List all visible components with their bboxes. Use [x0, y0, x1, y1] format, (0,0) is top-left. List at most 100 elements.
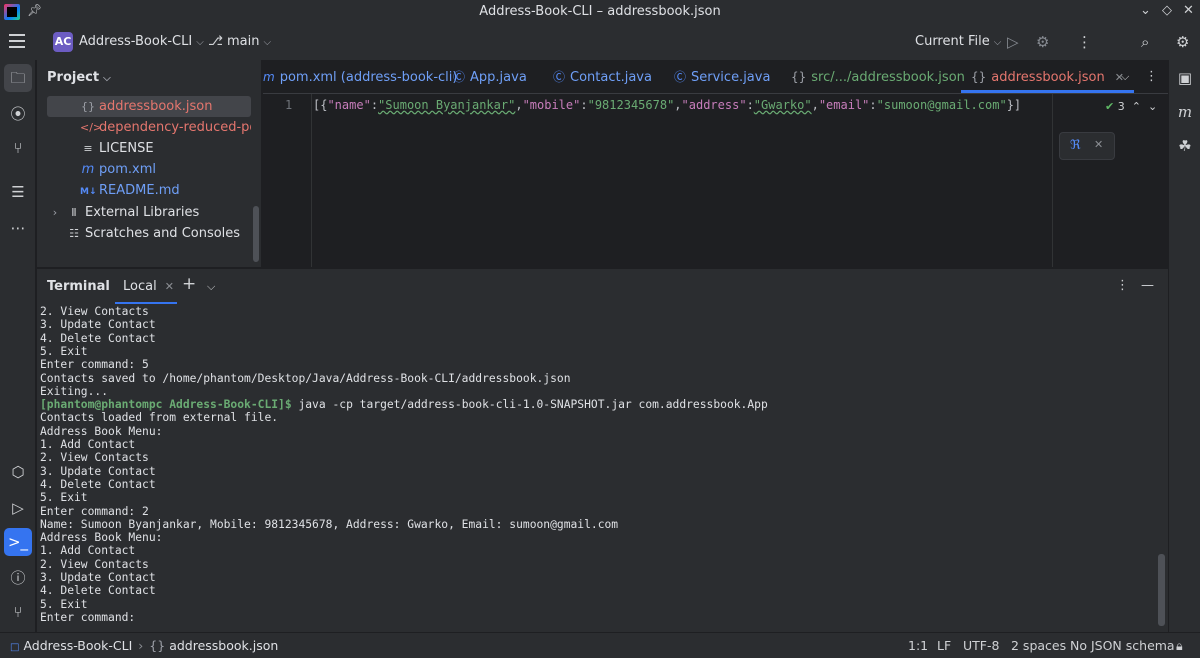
- add-terminal-icon[interactable]: +: [182, 274, 196, 294]
- window-title: Address-Book-CLI – addressbook.json: [479, 4, 721, 19]
- tree-item-addressbook-json[interactable]: {} addressbook.json: [47, 96, 251, 117]
- tree-item-scratches[interactable]: ☷ Scratches and Consoles: [47, 223, 251, 244]
- lock-icon[interactable]: 🔒︎: [1176, 638, 1183, 654]
- tree-item-readme[interactable]: M↓ README.md: [47, 180, 251, 201]
- tab-label: pom.xml (address-book-cli): [279, 70, 458, 85]
- right-tool-strip: ▣ m ☘: [1168, 60, 1200, 632]
- terminal-line: 1. Add Contact: [40, 544, 136, 558]
- maximize-icon[interactable]: ◇: [1162, 3, 1172, 18]
- terminal-line: 2. View Contacts: [40, 451, 149, 465]
- text-file-icon: ≡: [83, 142, 93, 155]
- project-badge[interactable]: AC: [53, 32, 73, 52]
- settings-icon[interactable]: ⚙: [1176, 33, 1189, 51]
- maven-tool-icon[interactable]: m: [1171, 98, 1199, 126]
- close-window-icon[interactable]: ✕: [1183, 3, 1194, 18]
- terminal-tab-label: Local: [123, 279, 157, 294]
- branch-icon: ⎇: [208, 34, 223, 49]
- title-bar: 📌︎ Address-Book-CLI – addressbook.json ⌄…: [0, 0, 1200, 24]
- terminal-line: 5. Exit: [40, 597, 88, 611]
- line-separator[interactable]: LF: [937, 638, 951, 653]
- breadcrumb-project[interactable]: Address-Book-CLI: [23, 638, 132, 653]
- more-actions-icon[interactable]: ⋮: [1077, 33, 1092, 51]
- chevron-down-icon[interactable]: ⌵: [207, 280, 215, 294]
- code-line[interactable]: [{"name":"Sumoon Byanjankar","mobile":"9…: [313, 98, 1021, 112]
- json-schema[interactable]: No JSON schema: [1070, 638, 1175, 653]
- json-close-bracket: }]: [1006, 98, 1022, 112]
- hide-panel-icon[interactable]: —: [1141, 278, 1154, 293]
- tab-contact-java[interactable]: Ⓒ Contact.java: [553, 60, 652, 93]
- run-config-selector[interactable]: Current File ⌵: [915, 34, 1001, 49]
- terminal-line: Enter command:: [40, 610, 136, 624]
- reader-mode-icon[interactable]: ℜ: [1070, 138, 1081, 153]
- tree-item-pom[interactable]: m pom.xml: [47, 159, 251, 180]
- terminal-line: Contacts saved to /home/phantom/Desktop/…: [40, 371, 571, 385]
- tree-item-label: External Libraries: [85, 205, 200, 220]
- terminal-scrollbar[interactable]: [1158, 554, 1165, 626]
- tab-addressbook-json[interactable]: {} addressbook.json ✕: [961, 60, 1134, 93]
- search-icon[interactable]: ⌕: [1141, 33, 1149, 51]
- shell-command: java -cp target/address-book-cli-1.0-SNA…: [291, 398, 768, 412]
- terminal-line: 2. View Contacts: [40, 557, 149, 571]
- run-tool-icon[interactable]: ▷: [4, 494, 32, 522]
- json-open-bracket: [{: [313, 98, 328, 112]
- project-tool-icon[interactable]: 🗀︎: [4, 64, 32, 92]
- indent-setting[interactable]: 2 spaces: [1011, 638, 1066, 653]
- chevron-down-icon: ⌵: [993, 37, 1002, 48]
- tab-more-icon[interactable]: ⋮: [1145, 60, 1158, 93]
- python-console-icon[interactable]: ☘: [1171, 132, 1199, 160]
- tab-src-addressbook-json[interactable]: {} src/.../addressbook.json: [791, 60, 965, 93]
- shell-prompt: [phantom@phantompc Address-Book-CLI]$: [40, 398, 292, 412]
- terminal-options-icon[interactable]: ⋮: [1116, 278, 1129, 293]
- services-icon[interactable]: ⬡: [4, 458, 32, 486]
- chevron-down-icon: ⌵: [103, 73, 111, 84]
- tree-item-dependency-reduced-pom[interactable]: </>dependency-reduced-pom.xml: [47, 117, 251, 138]
- tab-list-chevron-icon[interactable]: ⌵: [1121, 60, 1129, 93]
- structure-icon[interactable]: ☰: [4, 178, 32, 206]
- project-name: Address-Book-CLI: [79, 34, 193, 49]
- chevron-up-icon[interactable]: ⌃: [1132, 100, 1141, 113]
- tree-item-license[interactable]: ≡ LICENSE: [47, 138, 251, 159]
- gutter-divider: [311, 94, 312, 267]
- debug-icon[interactable]: ⚙: [1036, 33, 1049, 51]
- status-bar: □ Address-Book-CLI ›{} addressbook.json 1…: [0, 632, 1200, 658]
- inspection-count: 3: [1117, 100, 1125, 113]
- commit-tool-icon[interactable]: ⦿: [4, 100, 32, 128]
- check-icon: ✔: [1105, 100, 1115, 113]
- close-popup-icon[interactable]: ✕: [1094, 138, 1103, 151]
- terminal-line: 3. Update Contact: [40, 571, 156, 584]
- chevron-down-icon: ⌵: [196, 37, 204, 48]
- minimize-icon[interactable]: ⌄: [1140, 3, 1151, 18]
- project-panel-header[interactable]: Project ⌵: [47, 70, 111, 85]
- code-editor[interactable]: 1 [{"name":"Sumoon Byanjankar","mobile":…: [263, 94, 1168, 267]
- chevron-right-icon[interactable]: ›: [47, 202, 63, 223]
- terminal-line: 4. Delete Contact: [40, 584, 156, 598]
- breadcrumb-file[interactable]: addressbook.json: [169, 638, 278, 653]
- problems-icon[interactable]: ⓘ: [4, 564, 32, 592]
- project-scrollbar[interactable]: [253, 206, 259, 262]
- terminal-line: Address Book Menu:: [40, 531, 163, 545]
- terminal-output[interactable]: 2. View Contacts 3. Update Contact 4. Dele…: [37, 304, 1168, 632]
- terminal-tab-local[interactable]: Local ✕: [123, 279, 174, 294]
- tab-label: addressbook.json: [991, 70, 1105, 85]
- cursor-position[interactable]: 1:1: [908, 638, 928, 653]
- inspection-widget[interactable]: ✔ 3 ⌃ ⌄: [1105, 100, 1157, 113]
- git-icon[interactable]: ⑂: [4, 598, 32, 626]
- branch-selector[interactable]: main ⌵: [227, 34, 271, 49]
- run-icon[interactable]: ▷: [1007, 33, 1019, 51]
- main-toolbar: AC Address-Book-CLI ⌵ ⎇ main ⌵ Current Fil…: [0, 24, 1200, 60]
- main-menu-icon[interactable]: [9, 34, 25, 48]
- terminal-tool-icon[interactable]: >_: [4, 528, 32, 556]
- tab-app-java[interactable]: Ⓒ App.java: [453, 60, 527, 93]
- tab-pom-xml[interactable]: m pom.xml (address-book-cli): [263, 60, 457, 93]
- pull-requests-icon[interactable]: ⑂: [4, 134, 32, 162]
- tree-item-external-libraries[interactable]: › Ⅱ External Libraries: [47, 202, 251, 223]
- close-tab-icon[interactable]: ✕: [165, 280, 174, 293]
- more-tools-icon[interactable]: ⋯: [4, 214, 32, 242]
- chevron-down-icon[interactable]: ⌄: [1148, 100, 1157, 113]
- run-config-label: Current File: [915, 34, 990, 49]
- notifications-icon[interactable]: ▣: [1171, 64, 1199, 92]
- terminal-title: Terminal: [47, 279, 110, 294]
- tab-service-java[interactable]: Ⓒ Service.java: [674, 60, 770, 93]
- file-encoding[interactable]: UTF-8: [963, 638, 999, 653]
- project-selector[interactable]: Address-Book-CLI ⌵: [79, 34, 204, 49]
